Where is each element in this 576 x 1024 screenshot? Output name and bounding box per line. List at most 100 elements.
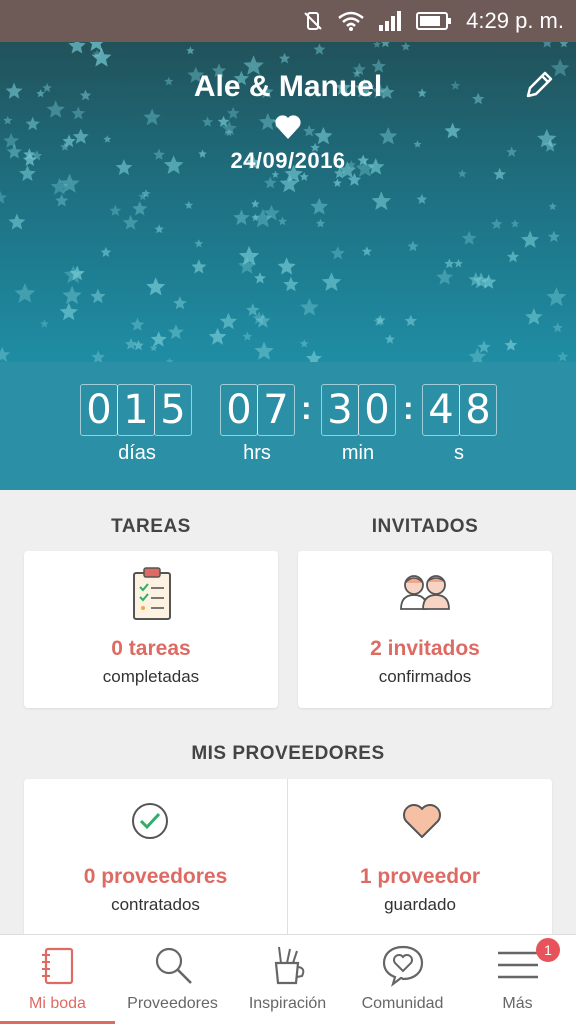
star-shape [381, 42, 390, 48]
vendors-hired-count: 0 proveedores [83, 865, 228, 888]
star-shape [278, 52, 291, 64]
star-shape [384, 334, 395, 344]
star-shape [219, 312, 238, 330]
clipboard-icon [133, 567, 171, 620]
star-shape [404, 314, 417, 327]
star-shape [40, 319, 49, 328]
star-shape [246, 303, 260, 317]
vendors-saved-count: 1 proveedor [359, 865, 481, 888]
star-shape [8, 213, 26, 230]
star-shape [333, 178, 342, 187]
star-shape [506, 250, 520, 263]
star-shape [283, 276, 299, 292]
star-shape [313, 43, 326, 55]
star-shape [130, 317, 145, 331]
star-shape [133, 339, 144, 351]
guests-card[interactable]: 2 invitados confirmados [298, 551, 552, 708]
star-shape [444, 122, 461, 139]
vendors-saved[interactable]: 1 proveedor guardado [288, 779, 552, 934]
countdown-separator: : [403, 390, 414, 426]
star-shape [310, 197, 329, 215]
star-shape [547, 230, 560, 243]
star-shape [552, 322, 563, 333]
nav-proveedores[interactable]: Proveedores [115, 935, 230, 1024]
star-shape [542, 42, 552, 48]
nav-comunidad[interactable]: Comunidad [345, 935, 460, 1024]
vendors-hired[interactable]: 0 proveedores contratados [24, 779, 287, 934]
moon-shape [0, 286, 10, 308]
nav-inspiracion[interactable]: Inspiración [230, 935, 345, 1024]
star-shape [3, 132, 20, 148]
vendors-saved-subtitle: guardado [384, 895, 456, 914]
countdown-days: 0 1 5 [80, 384, 192, 436]
nav-label: Inspiración [248, 995, 327, 1012]
moon-shape [104, 210, 116, 233]
star-shape [55, 193, 69, 207]
status-time: 4:29 p. m. [466, 8, 564, 33]
vendors-section-title: MIS PROVEEDORES [191, 743, 385, 764]
star-shape [330, 246, 345, 260]
star-shape [191, 259, 207, 274]
nav-label: Proveedores [127, 995, 218, 1012]
star-shape [321, 272, 342, 291]
nav-label: Más [502, 995, 533, 1012]
nav-mi-boda[interactable]: Mi boda [0, 935, 115, 1024]
star-shape [184, 200, 194, 209]
star-shape [263, 176, 277, 189]
tasks-card[interactable]: 0 tareas completadas [24, 551, 278, 708]
star-shape [91, 350, 105, 362]
vibrate-off-icon [302, 10, 324, 32]
countdown-digit: 0 [80, 384, 118, 436]
star-shape [559, 42, 569, 48]
wifi-icon [338, 11, 364, 31]
edit-pencil-icon[interactable] [522, 68, 556, 102]
countdown-label-minutes: min [341, 442, 375, 464]
star-shape [186, 46, 195, 55]
star-shape [143, 108, 161, 126]
star-shape [0, 190, 7, 204]
star-shape [149, 344, 158, 352]
moon-shape [445, 229, 456, 251]
star-shape [444, 258, 455, 269]
countdown-digit: 1 [117, 384, 155, 436]
moon-shape [121, 276, 132, 298]
star-shape [3, 115, 13, 125]
star-shape [208, 327, 227, 345]
notification-badge: 1 [536, 938, 560, 962]
star-shape [154, 224, 164, 234]
guests-count: 2 invitados [370, 637, 480, 660]
check-circle-icon [132, 803, 168, 839]
countdown-label-hours: hrs [243, 442, 271, 464]
star-shape [454, 258, 463, 268]
star-shape [510, 219, 520, 228]
star-shape [461, 230, 477, 245]
menu-icon [498, 951, 538, 979]
star-shape [233, 209, 250, 226]
wedding-date: 24/09/2016 [230, 148, 346, 173]
countdown-digit: 3 [321, 384, 359, 436]
star-shape [122, 214, 139, 230]
star-shape [90, 288, 106, 304]
heart-icon [275, 115, 301, 139]
star-shape [103, 135, 112, 143]
star-shape [361, 246, 372, 256]
countdown-digit: 0 [358, 384, 396, 436]
star-shape [72, 128, 89, 144]
countdown-separator: : [301, 390, 312, 426]
countdown-hours: 0 7 [220, 384, 295, 436]
countdown-label-seconds: s [454, 442, 464, 464]
guests-subtitle: confirmados [378, 667, 472, 686]
bottom-navigation: Mi boda Proveedores Inspiración Comunida… [0, 934, 576, 1024]
star-shape [300, 297, 319, 316]
star-shape [436, 268, 454, 285]
notebook-icon [42, 947, 74, 985]
tasks-section-title: TAREAS [111, 516, 191, 537]
star-shape [303, 124, 316, 137]
star-shape [315, 218, 326, 228]
star-shape [132, 201, 148, 216]
nav-label: Mi boda [29, 995, 86, 1012]
star-shape [305, 350, 322, 362]
moon-shape [427, 123, 438, 145]
countdown-digit: 0 [220, 384, 258, 436]
star-shape [407, 240, 419, 252]
